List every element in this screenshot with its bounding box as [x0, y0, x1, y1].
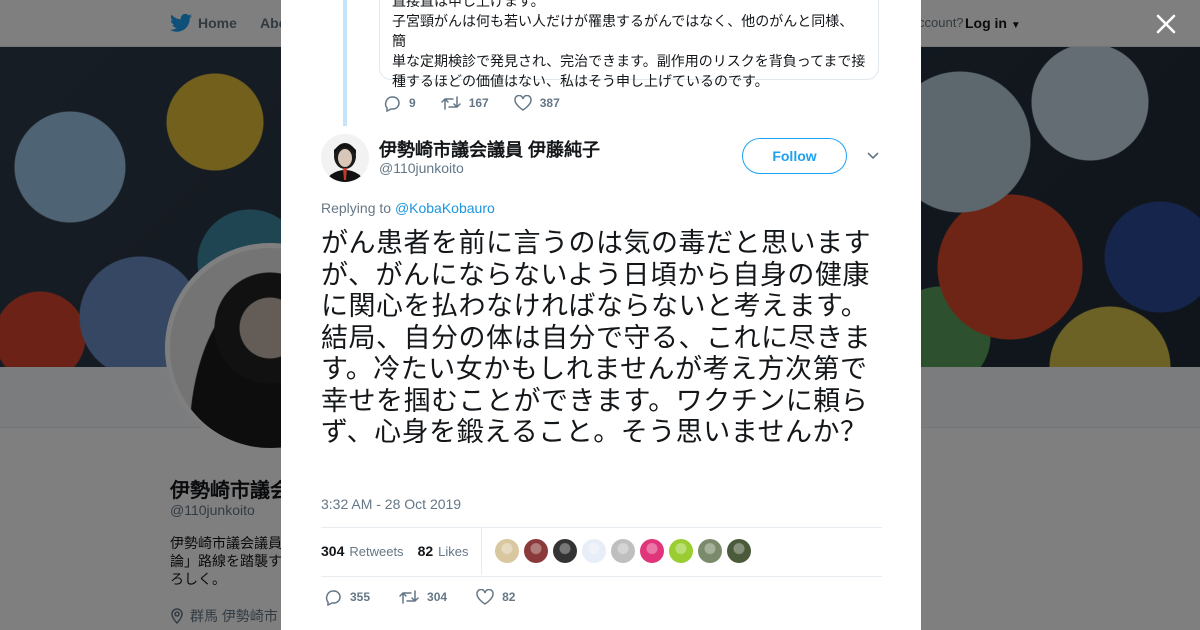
tweet-timestamp[interactable]: 3:32 AM - 28 Oct 2019	[321, 496, 461, 512]
replying-prefix: Replying to	[321, 200, 392, 216]
stats-divider	[481, 528, 482, 575]
liker-avatar[interactable]	[669, 539, 693, 563]
like-count: 82	[502, 590, 516, 604]
likes-number: 82	[417, 543, 434, 559]
reply-count: 355	[350, 590, 371, 604]
heart-icon	[513, 95, 532, 111]
retweet-icon	[399, 590, 419, 604]
liker-avatar[interactable]	[553, 539, 577, 563]
likes-label: Likes	[438, 544, 469, 559]
like-button[interactable]: 387	[513, 95, 560, 111]
retweet-button[interactable]: 304	[399, 589, 447, 605]
reply-icon	[384, 96, 400, 112]
tweet-modal: 直接直は申し上げます。 子宮頸がんは何も若い人だけが罹患するがんではなく、他のが…	[281, 0, 921, 630]
retweets-label: Retweets	[349, 544, 404, 559]
quoted-tweet-line: 子宮頸がんは何も若い人だけが罹患するがんではなく、他のがんと同様、簡	[392, 13, 854, 49]
tweet-stats: 304 Retweets 82 Likes	[321, 527, 882, 577]
tweet-text: がん患者を前に言うのは気の毒だと思いますが、がんにならないよう日頃から自身の健康…	[321, 228, 871, 447]
author-avatar[interactable]	[321, 134, 369, 182]
liker-avatar[interactable]	[524, 539, 548, 563]
thread-connector-line	[343, 0, 347, 126]
author-name[interactable]: 伊勢崎市議会議員 伊藤純子	[379, 136, 600, 162]
reply-button[interactable]: 9	[383, 94, 416, 112]
liker-avatar[interactable]	[495, 539, 519, 563]
liker-avatar[interactable]	[698, 539, 722, 563]
liker-avatar[interactable]	[582, 539, 606, 563]
quoted-tweet-line: 種するほどの価値はない、私はそう申し上げているのです。	[392, 73, 769, 89]
author-handle[interactable]: @110junkoito	[379, 160, 464, 176]
quoted-tweet-line: 直接直は申し上げます。	[392, 0, 545, 9]
reply-count: 9	[409, 96, 416, 110]
tweet-header: 伊勢崎市議会議員 伊藤純子 @110junkoito Follow	[321, 134, 881, 184]
quoted-tweet-line: 単な定期検診で発見され、完治できます。副作用のリスクを背負ってまで接	[392, 53, 866, 69]
liker-avatar[interactable]	[611, 539, 635, 563]
retweets-stat[interactable]: 304 Retweets	[321, 543, 404, 559]
liker-avatar[interactable]	[640, 539, 664, 563]
previous-tweet-actions: 9 167 387	[383, 94, 585, 112]
liker-avatar[interactable]	[727, 539, 751, 563]
like-button[interactable]: 82	[476, 589, 515, 605]
replying-to: Replying to @KobaKobauro	[321, 200, 495, 216]
retweet-count: 167	[468, 96, 489, 110]
likers-avatars	[495, 539, 751, 563]
retweets-number: 304	[321, 543, 345, 559]
reply-button[interactable]: 355	[324, 588, 370, 606]
close-modal-button[interactable]	[1152, 10, 1180, 38]
retweet-button[interactable]: 167	[440, 95, 489, 111]
like-count: 387	[539, 96, 560, 110]
retweet-count: 304	[427, 590, 448, 604]
reply-icon	[325, 590, 341, 606]
close-icon	[1156, 14, 1176, 34]
replying-to-link[interactable]: @KobaKobauro	[395, 200, 495, 216]
retweet-icon	[440, 96, 461, 110]
author-avatar-image	[321, 134, 369, 182]
follow-button[interactable]: Follow	[742, 138, 847, 174]
heart-icon	[476, 589, 494, 605]
likes-stat[interactable]: 82 Likes	[418, 543, 469, 559]
tweet-actions: 355 304 82	[324, 588, 544, 606]
quoted-tweet-card[interactable]: 直接直は申し上げます。 子宮頸がんは何も若い人だけが罹患するがんではなく、他のが…	[379, 0, 879, 89]
chevron-down-icon[interactable]	[866, 148, 880, 162]
